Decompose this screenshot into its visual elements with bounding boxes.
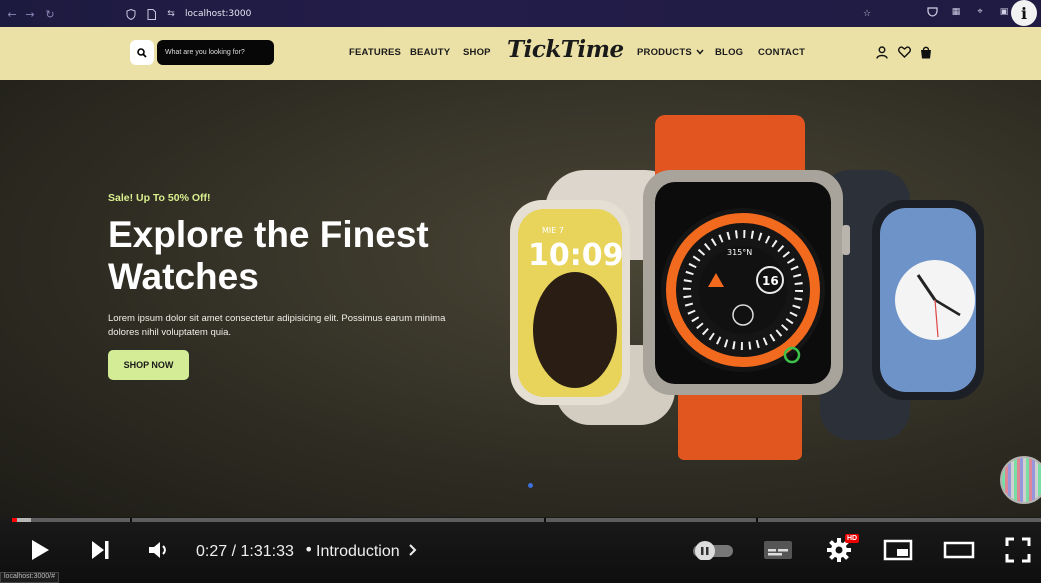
bookmark-star-icon[interactable]: ☆ [861, 8, 873, 20]
nav-contact[interactable]: CONTACT [758, 47, 805, 58]
url-text: localhost:3000 [185, 9, 252, 19]
play-button[interactable] [26, 535, 54, 565]
autoplay-icon [693, 541, 733, 560]
watches-image: 10:09 MIE 7 16 315°N [510, 115, 984, 460]
nav-blog[interactable]: BLOG [715, 47, 743, 58]
chevron-down-icon [696, 49, 704, 55]
cart-icon[interactable] [918, 44, 934, 60]
center-watch-date: 16 [762, 274, 779, 288]
next-icon [92, 541, 109, 559]
search-placeholder: What are you looking for? [165, 49, 245, 56]
search-input[interactable]: What are you looking for? [157, 40, 274, 65]
play-icon [32, 540, 49, 560]
chapter-title[interactable]: Introduction [316, 543, 418, 561]
next-button[interactable] [86, 535, 114, 565]
heart-icon[interactable] [896, 44, 912, 60]
theater-mode-button[interactable] [942, 535, 976, 565]
status-bar-url: localhost:3000/# [0, 572, 59, 583]
floating-widget[interactable] [1000, 456, 1041, 504]
nav-products-label: PRODUCTS [637, 47, 692, 58]
chapter-label: Introduction [316, 543, 400, 560]
browser-toolbar: ← → ↻ ⇆ localhost:3000 ☆ ▦ ⌖ ▣ i [0, 0, 1041, 27]
back-icon[interactable]: ← [2, 4, 22, 24]
video-player-controls: 0:27 / 1:31:33 • Introduction HD [0, 517, 1041, 583]
fullscreen-button[interactable] [1004, 535, 1032, 565]
miniplayer-icon [883, 539, 913, 561]
hero-paragraph: Lorem ipsum dolor sit amet consectetur a… [108, 313, 446, 338]
browser-extensions: ▦ ⌖ ▣ [925, 5, 1011, 19]
left-watch-date: MIE 7 [542, 226, 564, 235]
shop-now-button[interactable]: SHOP NOW [108, 350, 189, 380]
search-icon [137, 47, 147, 58]
nav-features[interactable]: FEATURES [349, 47, 401, 58]
chapter-marker [756, 518, 758, 522]
mute-button[interactable] [144, 535, 172, 565]
left-watch-time: 10:09 [528, 238, 624, 273]
user-icon[interactable] [874, 44, 890, 60]
forward-icon[interactable]: → [20, 4, 40, 24]
chevron-right-icon [409, 544, 417, 556]
extension-icon[interactable]: ▦ [949, 5, 963, 19]
page-icon [145, 8, 157, 20]
fullscreen-icon [1005, 537, 1031, 563]
progress-played [12, 518, 18, 522]
subtitles-icon [764, 541, 792, 559]
chapter-marker [130, 518, 132, 522]
hero-banner: Sale! Up To 50% Off! Explore the Finest … [0, 80, 1041, 517]
right-watch [820, 170, 984, 440]
search-button[interactable] [130, 40, 154, 65]
hd-badge: HD [845, 534, 860, 543]
hero-headline: Explore the Finest Watches [108, 214, 429, 297]
autoplay-toggle[interactable] [690, 535, 736, 565]
nav-beauty[interactable]: BEAUTY [410, 47, 450, 58]
center-watch-heading: 315°N [727, 248, 752, 257]
nav-shop[interactable]: SHOP [463, 47, 491, 58]
info-icon[interactable]: i [1011, 0, 1037, 26]
center-watch: 16 315°N [643, 115, 850, 460]
title-separator: • [304, 540, 314, 559]
screen: ← → ↻ ⇆ localhost:3000 ☆ ▦ ⌖ ▣ i What ar… [0, 0, 1041, 583]
crop-icon[interactable]: ⌖ [973, 5, 987, 19]
site-logo[interactable]: TickTime [507, 36, 624, 63]
time-display: 0:27 / 1:31:33 [196, 543, 294, 560]
miniplayer-button[interactable] [882, 535, 914, 565]
progress-bar[interactable] [12, 518, 1041, 522]
profile-icon[interactable]: ▣ [997, 5, 1011, 19]
theater-icon [943, 541, 975, 559]
nav-products[interactable]: PRODUCTS [637, 47, 704, 58]
volume-icon [149, 542, 166, 558]
chapter-marker [544, 518, 546, 522]
address-bar[interactable]: ⇆ localhost:3000 ☆ [125, 4, 885, 24]
connection-icon: ⇆ [167, 9, 175, 19]
site-header: What are you looking for? FEATURES BEAUT… [0, 27, 1041, 80]
shield-icon [125, 8, 137, 20]
sale-text: Sale! Up To 50% Off! [108, 192, 211, 204]
pocket-icon[interactable] [925, 5, 939, 19]
carousel-indicator[interactable] [528, 483, 533, 488]
subtitles-button[interactable] [762, 535, 794, 565]
reload-icon[interactable]: ↻ [40, 4, 60, 24]
